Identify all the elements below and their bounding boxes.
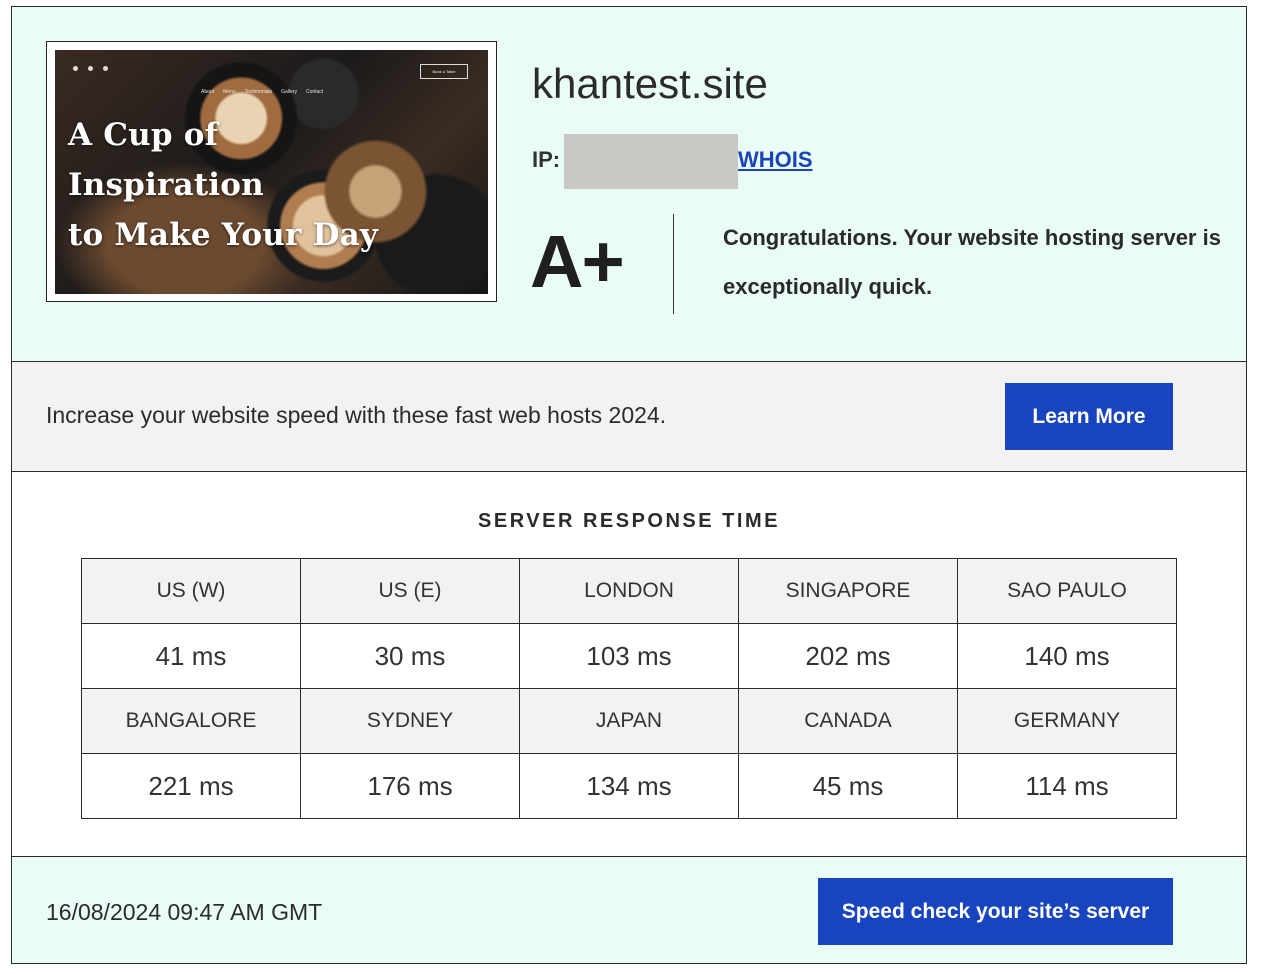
thumbnail-nav-item: Gallery	[281, 89, 297, 95]
response-time-table: US (W) US (E) LONDON SINGAPORE SAO PAULO…	[81, 558, 1177, 819]
facebook-icon	[88, 66, 93, 71]
time-cell: 140 ms	[957, 623, 1177, 689]
time-cell: 134 ms	[519, 753, 739, 819]
thumbnail-nav: About Menu Testimonials Gallery Contact	[201, 89, 323, 95]
time-cell: 30 ms	[300, 623, 520, 689]
thumbnail-headline: A Cup of Inspiration to Make Your Day	[68, 110, 398, 260]
location-cell: JAPAN	[519, 688, 739, 754]
site-name: khantest.site	[532, 60, 768, 107]
result-footer: 16/08/2024 09:47 AM GMT Speed check your…	[12, 857, 1246, 963]
location-cell: BANGALORE	[81, 688, 301, 754]
grade-divider	[673, 214, 674, 314]
location-cell: SINGAPORE	[738, 558, 958, 624]
location-cell: US (W)	[81, 558, 301, 624]
thumbnail-headline-line: A Cup of	[68, 117, 219, 153]
thumbnail-headline-line: to Make Your Day	[68, 217, 379, 253]
test-timestamp: 16/08/2024 09:47 AM GMT	[46, 899, 323, 925]
section-title: SERVER RESPONSE TIME	[478, 510, 780, 532]
time-cell: 176 ms	[300, 753, 520, 819]
ip-label: IP:	[532, 147, 561, 172]
location-cell: LONDON	[519, 558, 739, 624]
speed-check-button[interactable]: Speed check your site’s server	[818, 878, 1173, 945]
thumbnail-nav-item: About	[201, 89, 215, 95]
site-screenshot: Book a Table About Menu Testimonials Gal…	[55, 50, 488, 294]
speed-result-card: Book a Table About Menu Testimonials Gal…	[11, 6, 1247, 964]
thumbnail-nav-item: Testimonials	[244, 89, 273, 95]
location-row: US (W) US (E) LONDON SINGAPORE SAO PAULO	[81, 558, 1177, 624]
time-cell: 45 ms	[738, 753, 958, 819]
location-cell: GERMANY	[957, 688, 1177, 754]
learn-more-button[interactable]: Learn More	[1005, 383, 1173, 450]
time-cell: 114 ms	[957, 753, 1177, 819]
result-header: Book a Table About Menu Testimonials Gal…	[12, 7, 1246, 362]
grade-message: Congratulations. Your website hosting se…	[723, 225, 1221, 299]
ip-redacted-value	[564, 134, 738, 189]
time-cell: 221 ms	[81, 753, 301, 819]
twitter-icon	[73, 66, 78, 71]
time-cell: 202 ms	[738, 623, 958, 689]
whois-link[interactable]: WHOIS	[738, 147, 813, 173]
time-cell: 103 ms	[519, 623, 739, 689]
speed-grade: A+	[530, 220, 625, 303]
instagram-icon	[103, 66, 108, 71]
location-row: BANGALORE SYDNEY JAPAN CANADA GERMANY	[81, 688, 1177, 754]
site-screenshot-frame: Book a Table About Menu Testimonials Gal…	[46, 41, 497, 302]
thumbnail-headline-line: Inspiration	[68, 167, 264, 203]
thumbnail-nav-item: Contact	[305, 89, 324, 95]
location-cell: SAO PAULO	[957, 558, 1177, 624]
social-icons	[73, 66, 108, 71]
location-cell: CANADA	[738, 688, 958, 754]
thumbnail-nav-item: Menu	[223, 89, 236, 95]
promo-text: Increase your website speed with these f…	[46, 402, 667, 428]
location-cell: SYDNEY	[300, 688, 520, 754]
location-cell: US (E)	[300, 558, 520, 624]
book-table-button: Book a Table	[420, 64, 468, 79]
server-response-section: SERVER RESPONSE TIME US (W) US (E) LONDO…	[12, 472, 1246, 857]
time-row: 221 ms 176 ms 134 ms 45 ms 114 ms	[81, 753, 1177, 819]
time-row: 41 ms 30 ms 103 ms 202 ms 140 ms	[81, 623, 1177, 689]
time-cell: 41 ms	[81, 623, 301, 689]
promo-banner: Increase your website speed with these f…	[12, 362, 1246, 472]
